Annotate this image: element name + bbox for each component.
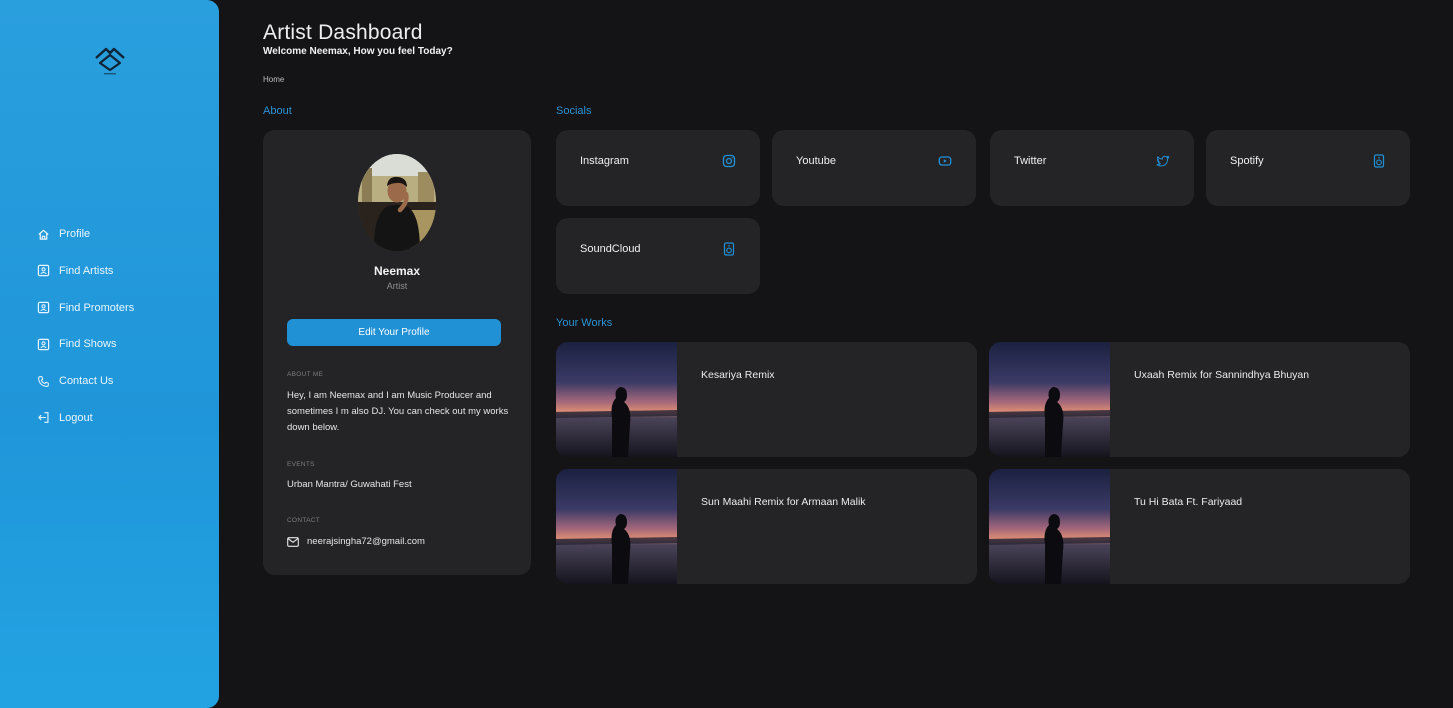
breadcrumb[interactable]: Home xyxy=(263,75,284,84)
brand-logo-icon[interactable] xyxy=(89,44,131,76)
sidebar-item-find-artists[interactable]: Find Artists xyxy=(36,261,134,281)
social-name: Instagram xyxy=(580,155,629,167)
work-title: Kesariya Remix xyxy=(701,369,775,381)
about-me-text: Hey, I am Neemax and I am Music Producer… xyxy=(287,390,509,433)
social-card-youtube[interactable]: Youtube xyxy=(772,130,976,206)
about-card: Neemax Artist Edit Your Profile ABOUT ME… xyxy=(263,130,531,575)
page-title: Artist Dashboard xyxy=(263,21,423,44)
sidebar-item-label: Find Artists xyxy=(59,264,114,277)
contact-label: CONTACT xyxy=(287,517,321,524)
social-name: Twitter xyxy=(1014,155,1047,167)
events-text: Urban Mantra/ Guwahati Fest xyxy=(287,479,412,490)
profile-name: Neemax xyxy=(373,264,421,278)
work-thumbnail xyxy=(556,342,677,457)
about-section-label: About xyxy=(263,105,292,117)
social-name: SoundCloud xyxy=(580,243,641,255)
work-card[interactable]: Kesariya Remix xyxy=(556,342,977,457)
speaker-icon xyxy=(1372,154,1386,168)
contact-card-icon xyxy=(36,264,50,278)
home-icon xyxy=(36,227,50,241)
sidebar-item-find-promoters[interactable]: Find Promoters xyxy=(36,298,134,318)
logout-icon xyxy=(36,411,50,425)
welcome-subtitle: Welcome Neemax, How you feel Today? xyxy=(263,46,453,57)
sidebar-item-label: Contact Us xyxy=(59,375,114,388)
social-card-spotify[interactable]: Spotify xyxy=(1206,130,1410,206)
youtube-icon xyxy=(938,154,952,168)
contact-email-row[interactable]: neerajsingha72@gmail.com xyxy=(287,536,425,547)
work-title: Sun Maahi Remix for Armaan Malik xyxy=(701,496,866,508)
work-thumbnail xyxy=(989,469,1110,584)
sidebar-item-profile[interactable]: Profile xyxy=(36,224,134,244)
contact-card-icon xyxy=(36,337,50,351)
social-card-twitter[interactable]: Twitter xyxy=(990,130,1194,206)
events-label: EVENTS xyxy=(287,461,315,468)
sidebar-item-label: Find Promoters xyxy=(59,301,135,314)
speaker-icon xyxy=(722,242,736,256)
social-card-soundcloud[interactable]: SoundCloud xyxy=(556,218,760,294)
work-thumbnail xyxy=(556,469,677,584)
works-section-label: Your Works xyxy=(556,317,613,329)
sidebar: Profile Find Artists Find Promoters Find… xyxy=(0,0,219,708)
mail-icon xyxy=(287,536,299,547)
sidebar-item-label: Find Shows xyxy=(59,338,117,351)
social-name: Spotify xyxy=(1230,155,1264,167)
sidebar-item-find-shows[interactable]: Find Shows xyxy=(36,334,134,354)
sidebar-item-label: Logout xyxy=(59,411,93,424)
contact-card-icon xyxy=(36,301,50,315)
social-name: Youtube xyxy=(796,155,836,167)
social-card-instagram[interactable]: Instagram xyxy=(556,130,760,206)
sidebar-item-logout[interactable]: Logout xyxy=(36,408,134,428)
work-card[interactable]: Tu Hi Bata Ft. Fariyaad xyxy=(989,469,1410,584)
instagram-icon xyxy=(722,154,736,168)
socials-section-label: Socials xyxy=(556,105,592,117)
work-card[interactable]: Sun Maahi Remix for Armaan Malik xyxy=(556,469,977,584)
sidebar-item-label: Profile xyxy=(59,228,91,240)
twitter-icon xyxy=(1156,154,1170,168)
contact-email[interactable]: neerajsingha72@gmail.com xyxy=(307,536,425,547)
profile-role: Artist xyxy=(386,281,408,291)
phone-icon xyxy=(36,374,50,388)
app-root: Profile Find Artists Find Promoters Find… xyxy=(0,0,1453,708)
edit-profile-button[interactable]: Edit Your Profile xyxy=(287,319,501,346)
work-thumbnail xyxy=(989,342,1110,457)
about-me-label: ABOUT ME xyxy=(287,371,324,378)
work-title: Uxaah Remix for Sannindhya Bhuyan xyxy=(1134,369,1310,381)
work-title: Tu Hi Bata Ft. Fariyaad xyxy=(1134,496,1243,508)
work-card[interactable]: Uxaah Remix for Sannindhya Bhuyan xyxy=(989,342,1410,457)
sidebar-nav: Profile Find Artists Find Promoters Find… xyxy=(36,224,134,445)
avatar xyxy=(358,154,436,251)
sidebar-item-contact-us[interactable]: Contact Us xyxy=(36,371,134,391)
